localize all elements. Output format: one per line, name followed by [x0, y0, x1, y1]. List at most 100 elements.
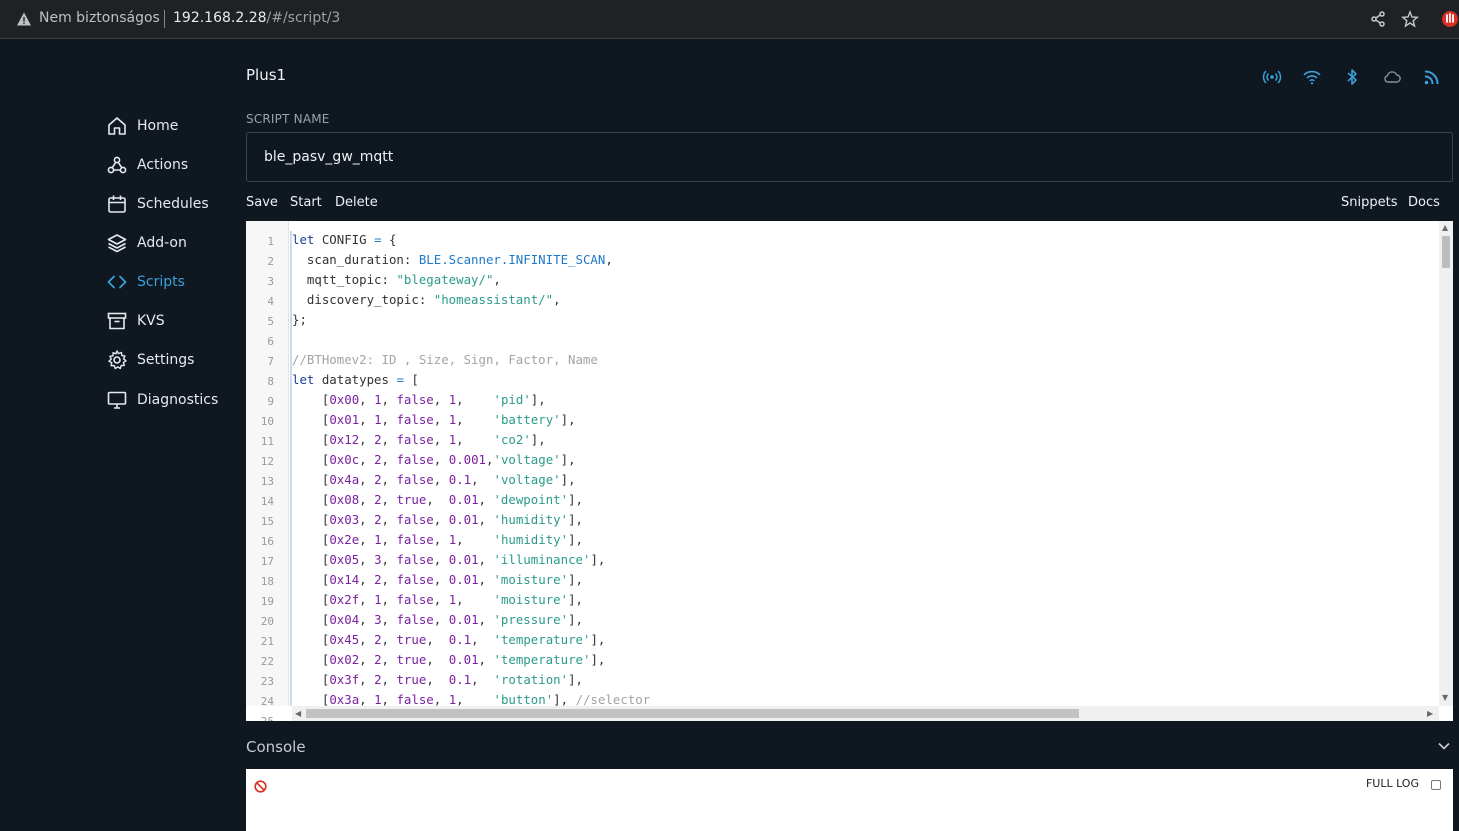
vertical-scroll-thumb[interactable] — [1442, 236, 1450, 268]
code-token: false — [396, 552, 434, 567]
code-token: , — [381, 472, 397, 487]
code-token: [ — [292, 392, 330, 407]
code-line[interactable]: [0x00, 1, false, 1, 'pid'], — [292, 390, 546, 410]
code-token: 0.01 — [448, 652, 479, 667]
sidebar-item-kvs[interactable]: KVS — [106, 307, 165, 335]
code-token: 'temperature' — [493, 652, 591, 667]
extension-icon[interactable] — [1441, 10, 1459, 28]
line-number: 20 — [260, 615, 274, 628]
bookmark-star-icon[interactable] — [1401, 10, 1419, 28]
full-log-checkbox[interactable] — [1431, 780, 1441, 790]
horizontal-scroll-thumb[interactable] — [306, 709, 1079, 718]
code-line[interactable]: [0x3f, 2, true, 0.1, 'rotation'], — [292, 670, 583, 690]
bluetooth-icon[interactable] — [1342, 67, 1362, 87]
mqtt-broadcast-icon[interactable] — [1262, 67, 1282, 87]
sidebar-item-settings[interactable]: Settings — [106, 346, 194, 374]
wifi-icon[interactable] — [1302, 67, 1322, 87]
code-line[interactable]: [0x2e, 1, false, 1, 'humidity'], — [292, 530, 583, 550]
code-line[interactable]: let CONFIG = { — [292, 230, 396, 250]
code-token: , — [359, 472, 375, 487]
share-icon[interactable] — [1369, 10, 1387, 28]
start-button[interactable]: Start — [290, 195, 322, 210]
code-line[interactable]: [0x04, 3, false, 0.01, 'pressure'], — [292, 610, 583, 630]
sidebar-item-label: Actions — [137, 157, 189, 173]
code-line[interactable]: [0x4a, 2, false, 0.1, 'voltage'], — [292, 470, 576, 490]
code-token: , — [359, 572, 375, 587]
code-line[interactable]: mqtt_topic: "blegateway/", — [292, 270, 501, 290]
horizontal-scrollbar[interactable]: ◀ ▶ — [292, 706, 1439, 721]
vertical-scrollbar[interactable]: ▲ ▼ — [1439, 221, 1453, 706]
code-token: , — [478, 512, 494, 527]
code-line[interactable]: //BTHomev2: ID , Size, Sign, Factor, Nam… — [292, 350, 598, 370]
clear-console-icon[interactable] — [254, 780, 267, 793]
code-line[interactable]: let datatypes = [ — [292, 370, 419, 390]
code-token: , — [381, 692, 397, 707]
code-line[interactable]: scan_duration: BLE.Scanner.INFINITE_SCAN… — [292, 250, 613, 270]
code-line[interactable]: [0x0c, 2, false, 0.001,'voltage'], — [292, 450, 576, 470]
script-name-input[interactable] — [246, 132, 1453, 182]
code-token: , — [359, 532, 375, 547]
code-token: 2 — [374, 492, 382, 507]
code-token: , — [381, 452, 397, 467]
warning-icon[interactable] — [16, 11, 32, 27]
line-number: 1 — [267, 235, 274, 248]
code-editor[interactable]: 1 2 3 4 5 6 7 8 9 10 11 12 13 14 15 16 1… — [246, 221, 1453, 721]
scroll-left-icon[interactable]: ◀ — [295, 709, 301, 718]
code-token: [ — [292, 572, 330, 587]
code-token: , — [478, 652, 494, 667]
code-token: false — [396, 592, 434, 607]
code-token: true — [396, 632, 427, 647]
code-token: 0.01 — [448, 612, 479, 627]
code-token: false — [396, 452, 434, 467]
url-field[interactable]: 192.168.2.28/#/script/3 — [173, 10, 340, 26]
save-button[interactable]: Save — [246, 195, 278, 210]
scroll-down-icon[interactable]: ▼ — [1442, 693, 1448, 702]
code-line[interactable]: discovery_topic: "homeassistant/", — [292, 290, 561, 310]
code-token: , — [381, 412, 397, 427]
code-line[interactable]: [0x14, 2, false, 0.01, 'moisture'], — [292, 570, 583, 590]
code-token: [ — [292, 672, 330, 687]
code-line[interactable]: [0x2f, 1, false, 1, 'moisture'], — [292, 590, 583, 610]
code-token: , — [553, 292, 561, 307]
delete-button[interactable]: Delete — [335, 195, 378, 210]
scroll-right-icon[interactable]: ▶ — [1427, 709, 1433, 718]
rss-icon[interactable] — [1422, 67, 1442, 87]
scroll-up-icon[interactable]: ▲ — [1442, 223, 1448, 232]
sidebar-item-label: Settings — [137, 352, 195, 368]
line-number: 24 — [260, 695, 274, 708]
code-line[interactable]: [0x05, 3, false, 0.01, 'illuminance'], — [292, 550, 606, 570]
snippets-button[interactable]: Snippets — [1341, 195, 1397, 210]
code-token: [ — [411, 372, 419, 387]
chevron-down-icon[interactable] — [1436, 738, 1452, 754]
line-number: 9 — [267, 395, 274, 408]
cloud-icon[interactable] — [1382, 67, 1402, 87]
sidebar-item-add-on[interactable]: Add-on — [106, 229, 187, 257]
code-line[interactable]: [0x01, 1, false, 1, 'battery'], — [292, 410, 576, 430]
line-number-gutter: 1 2 3 4 5 6 7 8 9 10 11 12 13 14 15 16 1… — [246, 221, 289, 721]
code-line[interactable]: [0x02, 2, true, 0.01, 'temperature'], — [292, 650, 606, 670]
docs-button[interactable]: Docs — [1408, 195, 1440, 210]
console-title[interactable]: Console — [246, 738, 306, 756]
code-line[interactable]: [0x12, 2, false, 1, 'co2'], — [292, 430, 546, 450]
code-token: = — [374, 232, 389, 247]
sidebar-item-diagnostics[interactable]: Diagnostics — [106, 386, 218, 414]
code-token: ], — [568, 672, 584, 687]
code-token: , — [426, 672, 449, 687]
line-number: 18 — [260, 575, 274, 588]
sidebar-item-actions[interactable]: Actions — [106, 151, 188, 179]
sidebar-item-scripts[interactable]: Scripts — [106, 268, 185, 296]
code-line[interactable]: [0x03, 2, false, 0.01, 'humidity'], — [292, 510, 583, 530]
code-line[interactable]: [0x45, 2, true, 0.1, 'temperature'], — [292, 630, 606, 650]
code-token: [ — [292, 452, 330, 467]
code-token: , — [359, 452, 375, 467]
line-number: 13 — [260, 475, 274, 488]
security-status-text[interactable]: Nem biztonságos — [39, 10, 160, 26]
code-token: ], — [590, 632, 606, 647]
code-line[interactable]: [0x08, 2, true, 0.01, 'dewpoint'], — [292, 490, 583, 510]
sidebar-item-home[interactable]: Home — [106, 112, 178, 140]
code-token: 0x05 — [329, 552, 360, 567]
sidebar-item-schedules[interactable]: Schedules — [106, 190, 209, 218]
code-line[interactable]: }; — [292, 310, 307, 330]
code-token: , — [471, 672, 494, 687]
line-number: 5 — [267, 315, 274, 328]
